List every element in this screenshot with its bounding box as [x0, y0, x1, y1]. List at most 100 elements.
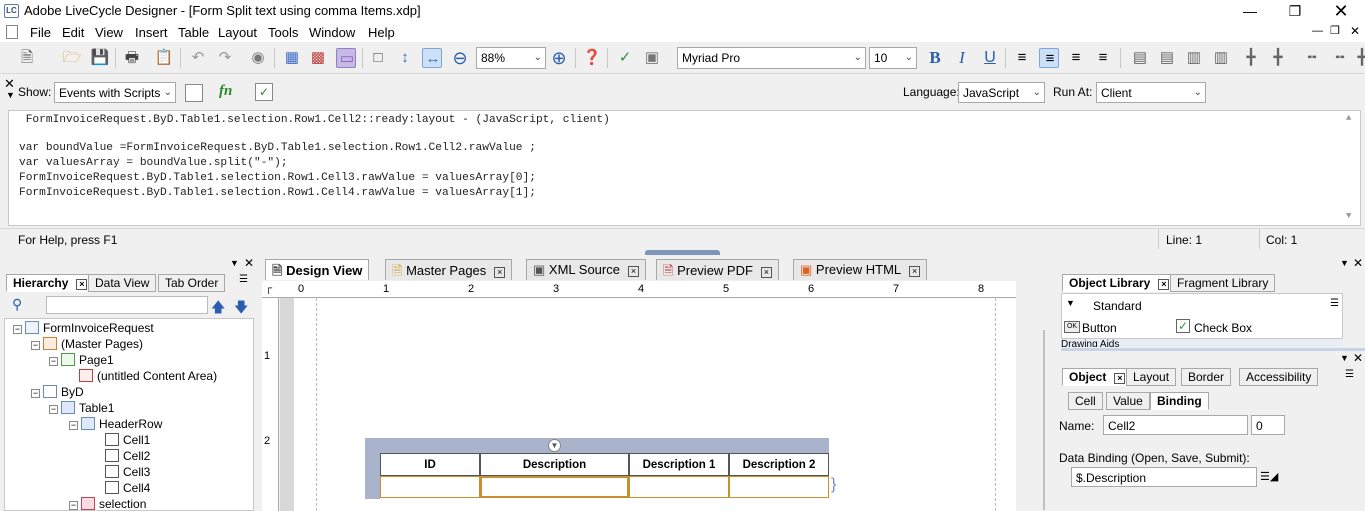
runat-select[interactable]: Client ⌄ [1096, 82, 1206, 103]
open-icon[interactable]: 🗁 [62, 48, 82, 68]
collapse-icon[interactable]: − [31, 341, 40, 350]
align-objects-bottom-icon[interactable]: ▥ [1211, 48, 1231, 68]
panel-menu-icon[interactable]: ▼ [1340, 353, 1349, 363]
zoom-in-icon[interactable]: ⊕ [549, 48, 569, 68]
group-collapse-icon[interactable]: ▼ [1066, 298, 1075, 308]
distribute-v-icon[interactable]: ╍ [1330, 48, 1350, 68]
check-script-icon[interactable]: ✓ [255, 83, 273, 101]
table-header-cell[interactable]: ID [380, 453, 480, 476]
menu-view[interactable]: View [95, 25, 123, 40]
table-cell-selected[interactable] [480, 476, 629, 498]
undo-icon[interactable]: ↶ [188, 48, 208, 68]
align-center-icon[interactable]: ≡ [1039, 48, 1059, 68]
tree-item[interactable]: Cell2 [105, 449, 150, 463]
restore-icon[interactable]: ❐ [1272, 0, 1318, 22]
tab-accessibility[interactable]: Accessibility [1239, 368, 1319, 386]
tree-item[interactable]: − Page1 [49, 353, 114, 367]
panel-menu-icon[interactable]: ▼ [230, 258, 239, 268]
menu-help[interactable]: Help [368, 25, 395, 40]
collapse-icon[interactable]: − [31, 389, 40, 398]
font-size-select[interactable]: 10 ⌄ [869, 47, 917, 69]
menu-table[interactable]: Table [178, 25, 209, 40]
tab-layout[interactable]: Layout [1126, 368, 1177, 386]
library-item-button[interactable]: Button [1082, 321, 1117, 335]
binding-menu-icon[interactable]: ☰◢ [1260, 470, 1278, 483]
table-cell[interactable] [629, 476, 729, 498]
subtab-value[interactable]: Value [1106, 392, 1150, 410]
name-input[interactable]: Cell2 [1103, 415, 1248, 435]
fit-height-icon[interactable]: ↕ [395, 48, 415, 68]
grid-icon[interactable]: ▦ [282, 48, 302, 68]
tab-object[interactable]: Object × [1062, 368, 1133, 386]
panel-splitter[interactable] [1061, 348, 1365, 351]
snap-grid-icon[interactable]: ▩ [308, 48, 328, 68]
tab-object-library[interactable]: Object Library × [1062, 274, 1177, 292]
table-row-handle[interactable] [365, 453, 380, 499]
redo-icon[interactable]: ↷ [215, 48, 235, 68]
column-menu-icon[interactable]: ▼ [548, 439, 561, 452]
group-menu-icon[interactable]: ☰ [1330, 298, 1339, 309]
collapse-icon[interactable]: − [49, 357, 58, 366]
tab-data-view[interactable]: Data View [88, 274, 157, 292]
more-icon[interactable]: ╋ [1352, 48, 1365, 68]
splitter-grip[interactable] [645, 250, 720, 255]
tree-item[interactable]: (untitled Content Area) [79, 369, 217, 383]
table-header-cell[interactable]: Description 1 [629, 453, 729, 476]
tab-preview-html[interactable]: ▣ Preview HTML × [793, 259, 928, 280]
script-collapse-icon[interactable]: ▼ [6, 90, 15, 100]
tree-item[interactable]: − Table1 [49, 401, 114, 415]
tab-fragment-library[interactable]: Fragment Library [1170, 274, 1276, 292]
functions-icon[interactable]: fn [219, 83, 232, 100]
table-header-cell[interactable]: Description [480, 453, 629, 476]
align-right-icon[interactable]: ≡ [1066, 48, 1086, 68]
collapse-icon[interactable]: − [49, 405, 58, 414]
subtab-cell[interactable]: Cell [1068, 392, 1103, 410]
scroll-down-icon[interactable]: ▼ [1346, 211, 1351, 221]
close-icon[interactable]: ✕ [1318, 0, 1364, 22]
tree-item[interactable]: − FormInvoiceRequest [13, 321, 154, 335]
index-input[interactable]: 0 [1251, 415, 1285, 435]
align-objects-right-icon[interactable]: ▤ [1157, 48, 1177, 68]
menu-edit[interactable]: Edit [62, 25, 84, 40]
justify-icon[interactable]: ≡ [1093, 48, 1113, 68]
panel-close-icon[interactable]: ✕ [1353, 351, 1363, 365]
clipboard-icon[interactable]: 📋 [154, 48, 174, 68]
print-icon[interactable]: 🖶 [122, 48, 142, 68]
menu-window[interactable]: Window [309, 25, 355, 40]
tab-tab-order[interactable]: Tab Order [158, 274, 226, 292]
bold-icon[interactable]: B [925, 48, 945, 68]
tree-item[interactable]: Cell3 [105, 465, 150, 479]
tree-item[interactable]: Cell4 [105, 481, 150, 495]
save-icon[interactable]: 💾 [90, 48, 110, 68]
doc-close-icon[interactable]: ✕ [1350, 24, 1360, 38]
collapse-icon[interactable]: − [13, 325, 22, 334]
library-item-checkbox[interactable]: Check Box [1194, 321, 1252, 335]
search-icon[interactable]: ⚲ [12, 296, 22, 313]
subtab-binding[interactable]: Binding [1150, 392, 1209, 410]
tree-item[interactable]: − HeaderRow [69, 417, 162, 431]
menu-file[interactable]: File [30, 25, 51, 40]
zoom-out-icon[interactable]: ⊖ [450, 48, 470, 68]
vertical-scrollbar[interactable] [1043, 330, 1045, 510]
spell-check-icon[interactable]: ✓ [615, 48, 635, 68]
tree-item[interactable]: − selection [69, 497, 146, 511]
image-icon[interactable]: ▣ [642, 48, 662, 68]
tab-border[interactable]: Border [1181, 368, 1232, 386]
tab-master-pages[interactable]: 🗎 Master Pages × [385, 259, 513, 280]
menu-tools[interactable]: Tools [268, 25, 298, 40]
script-editor[interactable]: FormInvoiceRequest.ByD.Table1.selection.… [8, 110, 1361, 226]
page-icon[interactable]: □ [368, 48, 388, 68]
binding-input[interactable]: $.Description [1071, 467, 1257, 487]
scroll-up-icon[interactable]: ▲ [1346, 113, 1351, 123]
panel-options-icon[interactable]: ☰ [1345, 369, 1354, 380]
tab-hierarchy[interactable]: Hierarchy × [6, 274, 95, 292]
tree-item[interactable]: − (Master Pages) [31, 337, 143, 351]
align-objects-hcenter-icon[interactable]: ╋ [1268, 48, 1288, 68]
table-cell[interactable] [380, 476, 480, 498]
panel-menu-icon[interactable]: ▼ [1340, 258, 1349, 268]
align-objects-left-icon[interactable]: ▤ [1130, 48, 1150, 68]
tree-item[interactable]: − ByD [31, 385, 84, 399]
tab-design-view[interactable]: 🗎 Design View [265, 259, 370, 280]
tree-item[interactable]: Cell1 [105, 433, 150, 447]
tab-preview-pdf[interactable]: 🗎 Preview PDF × [656, 259, 779, 280]
